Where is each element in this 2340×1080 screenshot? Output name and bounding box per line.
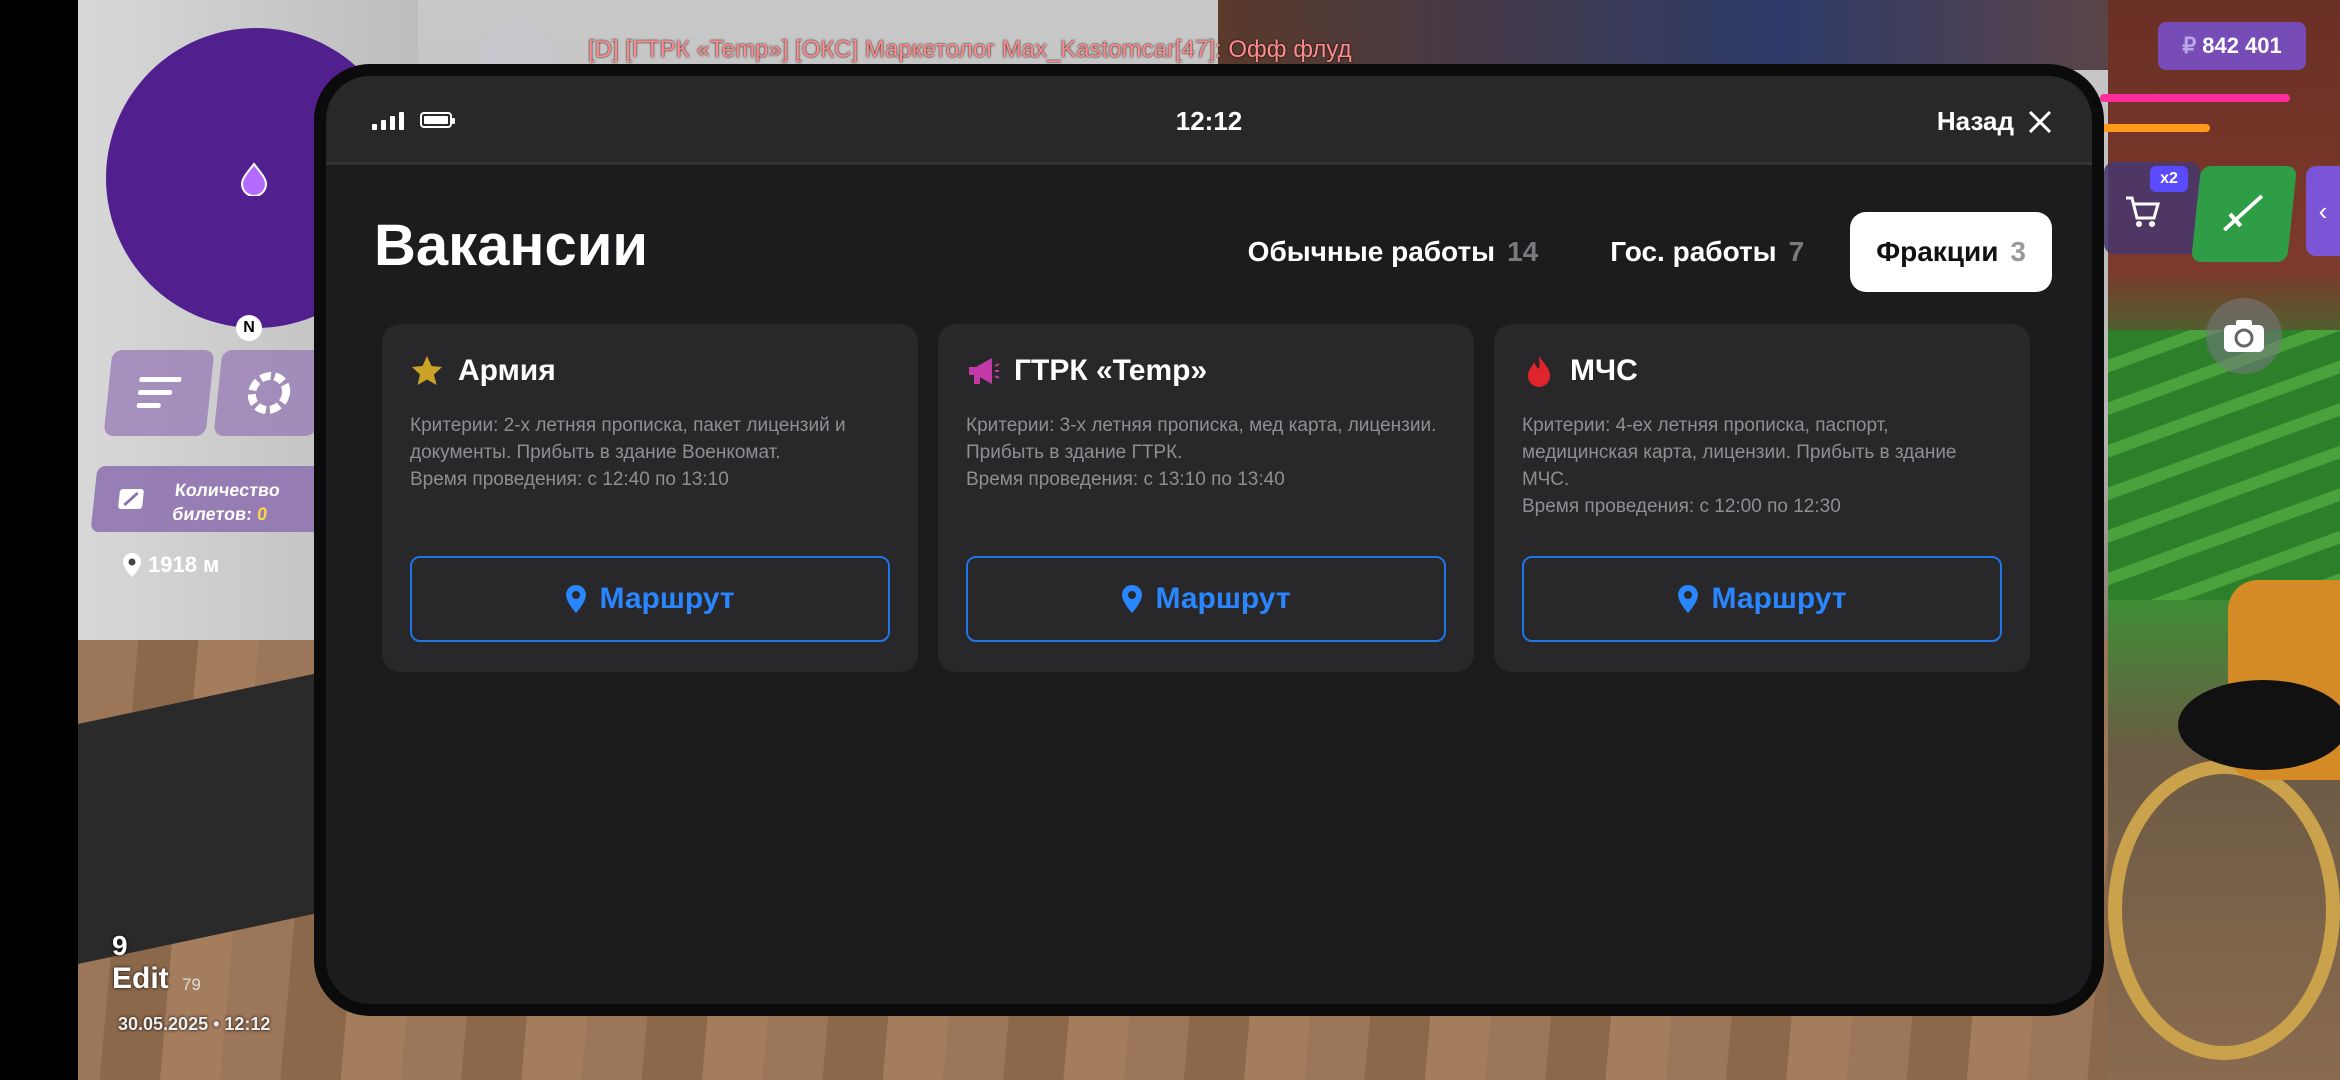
menu-lines-icon [136, 377, 182, 408]
route-button[interactable]: Маршрут [1522, 556, 2002, 642]
weapon-icon [2223, 194, 2264, 232]
compass-north: N [236, 315, 262, 341]
edit-label[interactable]: Edit [112, 962, 169, 996]
health-bar [2100, 94, 2290, 102]
flame-icon [1522, 354, 1556, 388]
chevron-left-icon: ‹ [2318, 195, 2328, 226]
card-title: ГТРК «Temp» [1014, 354, 1208, 387]
phone-screen: 12:12 Назад Вакансии Обычные работы 14 Г… [326, 76, 2092, 1004]
green-stairs [2108, 330, 2340, 600]
tickets-value: 0 [256, 504, 269, 524]
back-label: Назад [1936, 106, 2014, 136]
card-title: Армия [458, 354, 556, 387]
hud-number: 9 [112, 930, 128, 961]
lifebuoy-icon [247, 372, 291, 414]
lifebuoy-button[interactable] [213, 350, 325, 436]
hud-id: 79 [182, 975, 201, 994]
card-time: Время проведения: с 12:00 по 12:30 [1522, 496, 1841, 517]
tab-count: 3 [2010, 236, 2026, 267]
route-label: Маршрут [1155, 582, 1291, 615]
coffee-table [2178, 680, 2340, 770]
megaphone-icon [966, 354, 1000, 388]
route-button[interactable]: Маршрут [410, 556, 890, 642]
round-rug [2108, 760, 2340, 1060]
distance-value: 1918 м [148, 552, 220, 577]
card-description: Критерии: 2-х летняя прописка, пакет лиц… [410, 412, 890, 493]
star-icon [410, 354, 444, 388]
menu-button[interactable] [103, 350, 215, 436]
tab-count: 7 [1788, 236, 1805, 267]
card-criteria: Критерии: 4-ех летняя прописка, паспорт,… [1522, 415, 1957, 490]
tab-gov-jobs[interactable]: Гос. работы 7 [1584, 212, 1830, 292]
card-criteria: Критерии: 2-х летняя прописка, пакет лиц… [410, 415, 846, 463]
page-title: Вакансии [374, 213, 649, 278]
chat-message: [D] [ГТРК «Temp»] [ОКС] Маркетолог Max_K… [588, 36, 1352, 63]
side-panel-toggle[interactable]: ‹ [2306, 166, 2340, 256]
vacancy-cards: Армия Критерии: 2-х летняя прописка, пак… [382, 324, 2030, 672]
map-marker-icon [240, 162, 268, 196]
vacancy-card-mchs: МЧС Критерии: 4-ех летняя прописка, пасп… [1494, 324, 2030, 672]
ticket-icon [118, 489, 144, 509]
card-description: Критерии: 4-ех летняя прописка, паспорт,… [1522, 412, 2002, 520]
tickets-label-line1: Количество [173, 480, 281, 500]
tab-label: Фракции [1876, 236, 1999, 267]
vacancy-card-army: Армия Критерии: 2-х летняя прописка, пак… [382, 324, 918, 672]
tab-regular-jobs[interactable]: Обычные работы 14 [1222, 212, 1565, 292]
route-label: Маршрут [599, 582, 735, 615]
vacancy-tabs: Обычные работы 14 Гос. работы 7 Фракции … [1222, 212, 2052, 292]
hunger-bar [2100, 124, 2210, 132]
card-time: Время проведения: с 12:40 по 13:10 [410, 469, 729, 490]
money-value: 842 401 [2202, 33, 2282, 58]
vacancy-card-gtrk: ГТРК «Temp» Критерии: 3-х летняя прописк… [938, 324, 1474, 672]
card-time: Время проведения: с 13:10 по 13:40 [966, 469, 1285, 490]
phone-clock: 12:12 [1175, 106, 1243, 136]
tickets-panel: Количество билетов: 0 [90, 466, 338, 532]
tickets-text: Количество билетов: 0 [171, 478, 281, 526]
close-icon [2028, 110, 2052, 133]
location-pin-icon [123, 553, 141, 577]
distance-indicator: 1918 м [122, 552, 219, 578]
cart-icon [2126, 196, 2160, 227]
weapon-button[interactable] [2190, 166, 2298, 262]
phone-status-bar: 12:12 Назад [326, 76, 2092, 165]
back-button[interactable]: Назад [1937, 106, 2052, 137]
money-display: ₽ 842 401 [2158, 22, 2306, 70]
route-button[interactable]: Маршрут [966, 556, 1446, 642]
card-title: МЧС [1570, 354, 1638, 387]
phone-frame: 12:12 Назад Вакансии Обычные работы 14 Г… [314, 64, 2104, 1016]
location-pin-icon [1678, 585, 1699, 613]
tab-count: 14 [1507, 236, 1539, 267]
tab-label: Обычные работы [1247, 236, 1496, 267]
tickets-label-line2: билетов: [171, 504, 254, 524]
card-criteria: Критерии: 3-х летняя прописка, мед карта… [966, 415, 1437, 463]
hud-datetime: 30.05.2025 • 12:12 [118, 1014, 271, 1034]
ruble-icon: ₽ [2182, 33, 2197, 58]
location-pin-icon [566, 585, 587, 613]
tab-label: Гос. работы [1610, 236, 1777, 267]
camera-rotate-icon [2224, 320, 2264, 352]
card-description: Критерии: 3-х летняя прописка, мед карта… [966, 412, 1446, 493]
tab-factions[interactable]: Фракции 3 [1850, 212, 2052, 292]
camera-rotate-button[interactable] [2206, 298, 2282, 374]
multiplier-badge: x2 [2150, 166, 2188, 192]
location-pin-icon [1122, 585, 1143, 613]
route-label: Маршрут [1711, 582, 1847, 615]
